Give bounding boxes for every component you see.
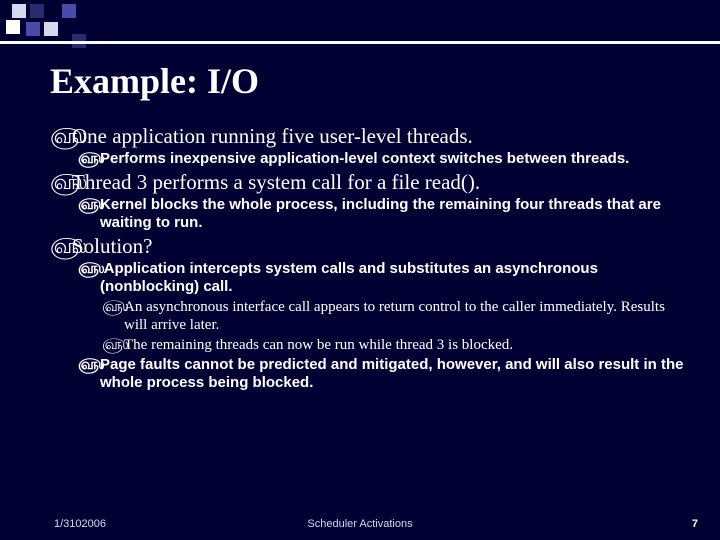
bullet-text: An asynchronous interface call appears t…: [124, 299, 665, 333]
bullet-glyph: ௵: [50, 234, 72, 258]
bullet-l2: ௵Performs inexpensive application-level …: [50, 150, 690, 168]
bullet-text: One application running five user-level …: [72, 124, 473, 148]
bullet-l3: ௵An asynchronous interface call appears …: [50, 298, 690, 334]
bullet-l2: ௵ Application intercepts system calls an…: [50, 260, 690, 296]
bullet-text: Performs inexpensive application-level c…: [100, 150, 629, 167]
bullet-glyph: ௵: [50, 170, 72, 194]
bullet-text: Kernel blocks the whole process, includi…: [100, 196, 661, 231]
slide-title: Example: I/O: [50, 60, 690, 102]
bullet-l1: ௵One application running five user-level…: [50, 124, 690, 148]
bullet-glyph: ௵: [102, 298, 124, 316]
bullet-text: Thread 3 performs a system call for a fi…: [72, 170, 480, 194]
bullet-text: Page faults cannot be predicted and miti…: [100, 356, 683, 391]
bullet-text: Solution?: [72, 234, 153, 258]
header-rule: [0, 41, 720, 44]
bullet-glyph: ௵: [78, 196, 100, 214]
bullet-glyph: ௵: [78, 260, 100, 278]
bullet-l2: ௵Page faults cannot be predicted and mit…: [50, 356, 690, 392]
bullet-glyph: ௵: [50, 124, 72, 148]
bullet-l2: ௵Kernel blocks the whole process, includ…: [50, 196, 690, 232]
bullet-l3: ௵The remaining threads can now be run wh…: [50, 336, 690, 354]
bullet-text: Application intercepts system calls and …: [100, 260, 598, 295]
bullet-l1: ௵Thread 3 performs a system call for a f…: [50, 170, 690, 194]
slide-body: Example: I/O ௵One application running fi…: [50, 60, 690, 500]
bullet-text: The remaining threads can now be run whi…: [124, 337, 513, 353]
footer-title: Scheduler Activations: [0, 518, 720, 530]
bullet-glyph: ௵: [78, 150, 100, 168]
footer-page-number: 7: [692, 518, 698, 530]
bullet-glyph: ௵: [78, 356, 100, 374]
bullet-glyph: ௵: [102, 336, 124, 354]
bullet-l1: ௵Solution?: [50, 234, 690, 258]
